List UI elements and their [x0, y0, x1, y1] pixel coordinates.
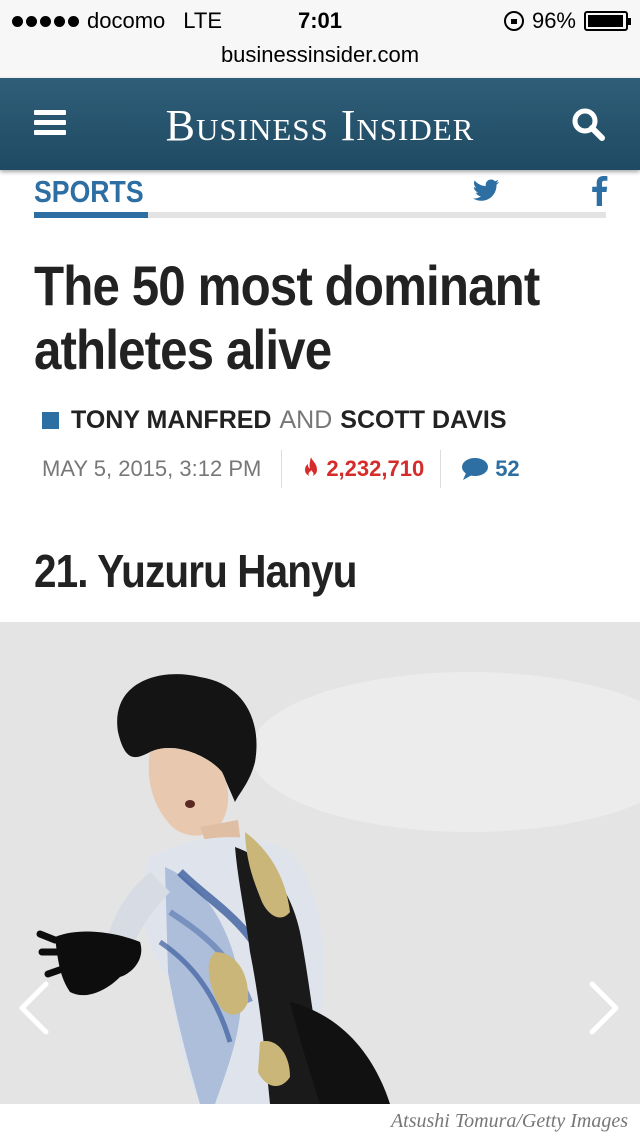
comment-bubble-icon	[462, 458, 489, 480]
section-label[interactable]: SPORTS	[34, 174, 144, 210]
url-bar[interactable]: businessinsider.com	[0, 40, 640, 78]
section-active-indicator	[34, 212, 148, 218]
status-bar: docomo LTE 7:01 96%	[0, 0, 640, 40]
next-arrow-icon[interactable]	[586, 980, 622, 1036]
section-bar: SPORTS	[34, 172, 608, 222]
rotation-lock-icon	[503, 11, 524, 31]
author-link[interactable]: SCOTT DAVIS	[340, 406, 506, 435]
article-photo[interactable]	[0, 622, 640, 1104]
skater-illustration	[0, 622, 640, 1104]
view-count-value: 2,232,710	[326, 456, 425, 481]
previous-arrow-icon[interactable]	[16, 980, 52, 1036]
battery-icon	[584, 11, 631, 31]
view-count: 2,232,710	[282, 450, 442, 488]
comments-link[interactable]: 52	[441, 450, 520, 488]
byline: TONY MANFRED AND SCOTT DAVIS	[42, 406, 507, 435]
section-divider	[34, 212, 606, 218]
byline-and: AND	[279, 406, 333, 434]
author-link[interactable]: TONY MANFRED	[71, 406, 271, 435]
battery-percent: 96%	[531, 8, 576, 33]
article-headline: The 50 most dominant athletes alive	[34, 254, 540, 381]
twitter-icon[interactable]	[472, 178, 500, 204]
facebook-icon[interactable]	[590, 176, 608, 206]
site-header: Business Insider	[0, 78, 640, 170]
comment-count: 52	[495, 456, 520, 481]
list-item-title: 21. Yuzuru Hanyu	[34, 545, 357, 597]
search-icon[interactable]	[570, 106, 606, 142]
byline-marker	[42, 412, 59, 429]
publish-date: MAY 5, 2015, 3:12 PM	[42, 450, 283, 488]
status-right: 96%	[503, 8, 631, 34]
site-logo[interactable]: Business Insider	[0, 100, 640, 151]
photo-credit: Atsushi Tomura/Getty Images	[390, 1110, 628, 1132]
flame-icon	[305, 457, 318, 477]
article-meta: MAY 5, 2015, 3:12 PM 2,232,710 52	[42, 450, 520, 488]
